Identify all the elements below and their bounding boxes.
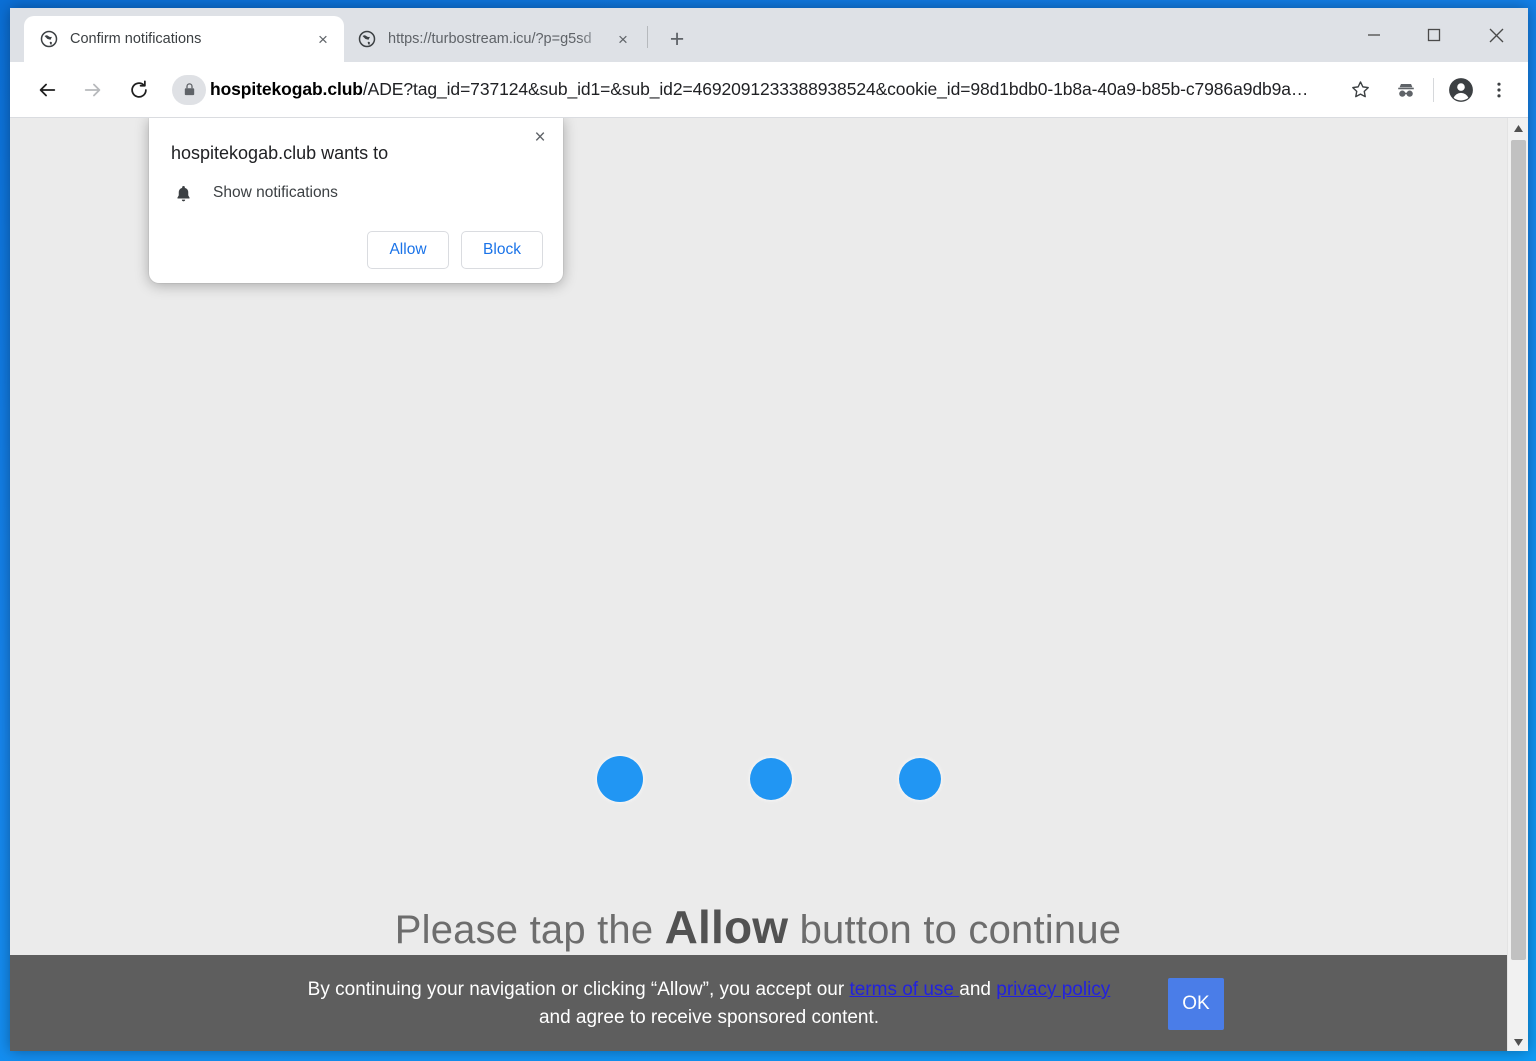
browser-window: Confirm notifications × https://turbostr… [10, 8, 1528, 1051]
url-path: /ADE?tag_id=737124&sub_id1=&sub_id2=4692… [362, 79, 1309, 99]
globe-icon [358, 30, 376, 48]
new-tab-button[interactable]: + [662, 24, 692, 54]
incognito-extension-icon[interactable] [1387, 71, 1425, 109]
permission-dialog-title: hospitekogab.club wants to [171, 143, 389, 163]
permission-option-label: Show notifications [213, 184, 338, 202]
bell-icon [171, 181, 195, 205]
reload-icon[interactable] [120, 71, 158, 109]
tab-divider [647, 26, 648, 48]
tab-close-icon[interactable]: × [612, 28, 634, 50]
browser-toolbar: hospitekogab.club/ADE?tag_id=737124&sub_… [10, 62, 1528, 118]
permission-option-row: Show notifications [149, 165, 563, 205]
consent-text-between: and [959, 978, 997, 1000]
maximize-icon[interactable] [1404, 8, 1464, 62]
three-dot-menu-icon[interactable] [1480, 71, 1518, 109]
back-arrow-icon[interactable] [28, 71, 66, 109]
url-text[interactable]: hospitekogab.club/ADE?tag_id=737124&sub_… [210, 79, 1308, 100]
headline-prefix: Please tap the [394, 908, 665, 952]
scroll-down-arrow-icon[interactable] [1508, 1032, 1528, 1051]
block-button[interactable]: Block [461, 231, 543, 270]
allow-button[interactable]: Allow [367, 231, 449, 270]
page-headline: Please tap the Allow button to continue [10, 900, 1506, 954]
tab-confirm-notifications[interactable]: Confirm notifications × [24, 16, 344, 62]
scroll-up-arrow-icon[interactable] [1508, 118, 1528, 138]
window-controls [1344, 8, 1528, 62]
consent-bar: By continuing your navigation or clickin… [10, 955, 1528, 1051]
forward-arrow-icon [74, 71, 112, 109]
desktop-background: Confirm notifications × https://turbostr… [0, 0, 1536, 1061]
globe-icon [40, 30, 58, 48]
headline-suffix: button to continue [788, 908, 1122, 952]
loading-dot [750, 758, 792, 800]
minimize-icon[interactable] [1344, 8, 1404, 62]
url-host: hospitekogab.club [210, 79, 363, 99]
profile-avatar-icon[interactable] [1442, 71, 1480, 109]
notification-permission-dialog: × hospitekogab.club wants to Show notifi… [149, 118, 563, 284]
loading-dot [597, 756, 643, 802]
terms-of-use-link[interactable]: terms of use [849, 979, 959, 1000]
tab-close-icon[interactable]: × [312, 28, 334, 50]
lock-icon[interactable] [172, 74, 206, 105]
consent-text: By continuing your navigation or clickin… [294, 976, 1124, 1031]
vertical-scrollbar[interactable] [1507, 118, 1528, 1051]
close-icon[interactable] [1464, 8, 1528, 62]
loading-dot [899, 758, 941, 800]
close-icon[interactable]: × [527, 124, 553, 150]
consent-text-after: and agree to receive sponsored content. [538, 1006, 880, 1028]
headline-allow-word: Allow [664, 901, 789, 953]
tab-turbostream[interactable]: https://turbostream.icu/?p=g5sd × [344, 16, 644, 62]
tab-title: https://turbostream.icu/?p=g5sd [388, 31, 592, 47]
address-bar[interactable]: hospitekogab.club/ADE?tag_id=737124&sub_… [172, 71, 1335, 109]
privacy-policy-link[interactable]: privacy policy [996, 979, 1110, 1000]
star-icon[interactable] [1341, 71, 1379, 109]
tab-strip: Confirm notifications × https://turbostr… [10, 8, 1528, 62]
toolbar-divider [1433, 77, 1434, 102]
consent-ok-button[interactable]: OK [1168, 977, 1224, 1030]
permission-dialog-actions: Allow Block [149, 205, 563, 270]
scrollbar-thumb[interactable] [1511, 140, 1526, 960]
tab-title: Confirm notifications [70, 31, 202, 47]
page-viewport: Please tap the Allow button to continue … [10, 118, 1528, 1051]
loading-dots [10, 756, 1528, 802]
consent-text-before: By continuing your navigation or clickin… [307, 978, 850, 1000]
